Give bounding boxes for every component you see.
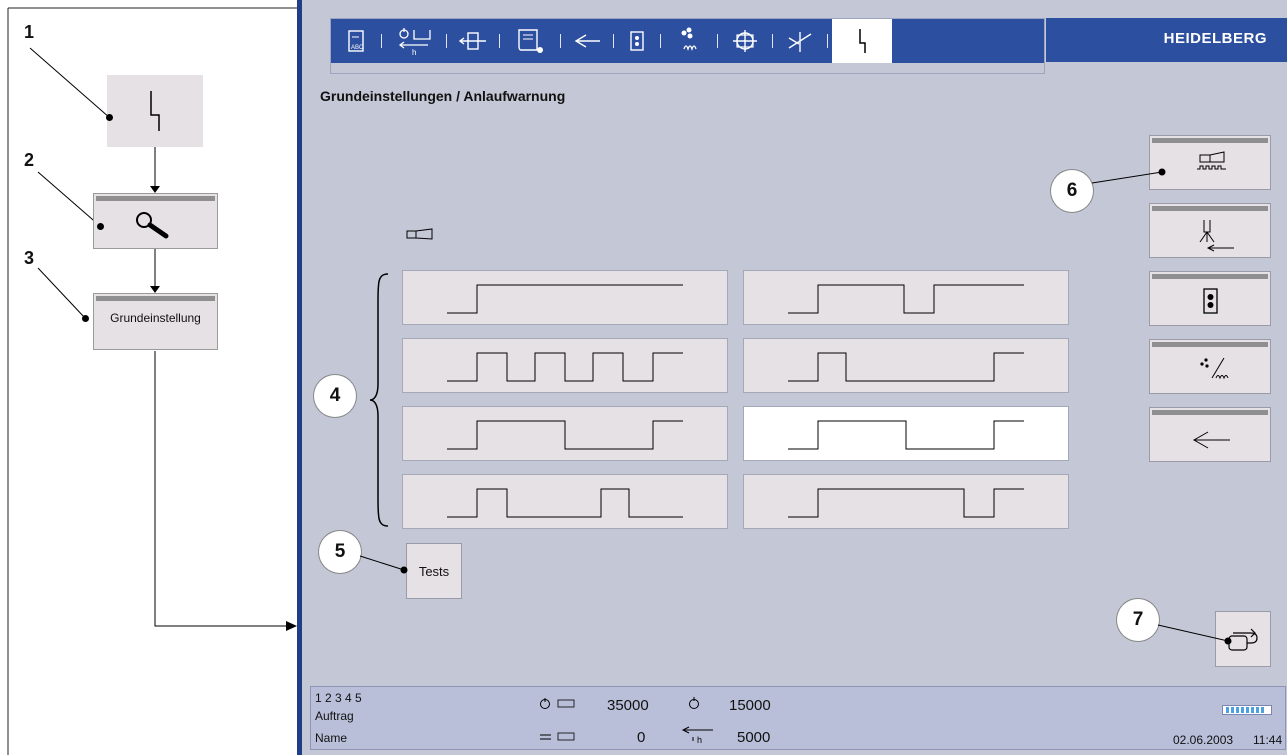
hours-arrow-icon: h xyxy=(681,726,713,745)
start-warning-icon xyxy=(859,29,866,53)
waveform-icon xyxy=(788,352,1024,382)
progress-indicator xyxy=(1222,705,1272,715)
callout-dot xyxy=(106,114,113,121)
arrow-left-icon xyxy=(574,34,600,48)
button-bar xyxy=(96,296,215,301)
callout-2-label: 2 xyxy=(24,150,35,170)
horn-pulse-button[interactable] xyxy=(1149,135,1271,190)
svg-text:h: h xyxy=(412,48,416,56)
callout-4: 4 xyxy=(314,375,356,417)
return-icon xyxy=(1228,628,1258,651)
basic-settings-label: Grundeinstellung xyxy=(110,311,201,325)
ink-unit-icon xyxy=(1203,288,1218,314)
tab-job-data[interactable]: ABC xyxy=(331,19,381,63)
dampening-icon xyxy=(681,27,697,52)
back-button[interactable] xyxy=(1215,611,1271,667)
horn-icon xyxy=(406,228,433,240)
waveform-icon xyxy=(788,488,1024,518)
service-step xyxy=(93,193,218,249)
status-time: 11:44 xyxy=(1253,733,1283,747)
tab-separator xyxy=(827,34,828,48)
hours-value: 5000 xyxy=(737,729,771,746)
feed-pile-icon: h xyxy=(398,28,431,56)
tab-powder[interactable] xyxy=(773,19,827,63)
equal-counter-icon xyxy=(540,732,575,741)
tab-start-warning[interactable] xyxy=(832,19,892,63)
svg-text:ABC: ABC xyxy=(351,45,364,51)
callout-dot xyxy=(97,223,104,230)
signal-pattern-4-button[interactable] xyxy=(743,338,1069,393)
printing-units: 1 2 3 4 5 xyxy=(315,691,362,705)
speed-icon xyxy=(689,697,699,709)
status-date: 02.06.2003 xyxy=(1173,733,1234,747)
callout-7: 7 xyxy=(1117,599,1159,641)
tests-button[interactable]: Tests xyxy=(406,543,462,599)
button-bar xyxy=(1152,274,1268,279)
signal-pattern-3-button[interactable] xyxy=(402,338,728,393)
waveform-icon xyxy=(447,284,683,314)
crosshair-register-icon xyxy=(733,30,757,52)
waveform-icon xyxy=(447,488,683,518)
tab-register-marks[interactable] xyxy=(718,19,772,63)
waveform-icon xyxy=(447,420,683,450)
waveform-icon xyxy=(788,420,1024,450)
workflow-diagram: 1 2 3 Grundeinstellung xyxy=(0,0,297,755)
wrench-icon xyxy=(136,212,169,239)
powder-dampening-button[interactable] xyxy=(1149,339,1271,394)
counter-2-value: 0 xyxy=(637,729,646,746)
callout-5: 5 xyxy=(319,531,361,573)
ink-unit-icon xyxy=(630,31,644,51)
register-icon xyxy=(458,32,486,50)
button-bar xyxy=(1152,410,1268,415)
button-bar xyxy=(1152,206,1268,211)
signal-pattern-1-button[interactable] xyxy=(402,270,728,325)
signal-pattern-2-button[interactable] xyxy=(743,270,1069,325)
callout-6: 6 xyxy=(1051,170,1093,212)
spray-powder-icon xyxy=(788,32,812,52)
speed-value: 15000 xyxy=(729,697,771,714)
svg-text:h: h xyxy=(697,735,702,745)
arrow-left-icon xyxy=(1192,431,1230,449)
callout-1-label: 1 xyxy=(24,22,35,42)
abc-document-icon: ABC xyxy=(348,30,364,52)
signal-pattern-6-button[interactable] xyxy=(743,406,1069,461)
job-label: Auftrag xyxy=(315,709,354,723)
page-title: Grundeinstellungen / Anlaufwarnung xyxy=(320,88,566,104)
machine-screen: HEIDELBERG ABC h Grundeinstellungen / An… xyxy=(297,0,1287,755)
paper-roll-icon xyxy=(518,29,543,53)
start-warning-icon xyxy=(150,91,160,131)
callout-dot xyxy=(82,315,89,322)
tab-paper[interactable] xyxy=(500,19,560,63)
status-bar: 1 2 3 4 5 Auftrag Name 35000 15000 0 h 5… xyxy=(310,686,1286,750)
start-warning-step xyxy=(107,75,203,147)
tab-delivery[interactable] xyxy=(561,19,613,63)
pattern-group-brace xyxy=(369,273,389,527)
function-toolbar: ABC h xyxy=(330,18,1045,74)
spray-dryer-icon xyxy=(1199,220,1234,252)
button-bar xyxy=(1152,138,1268,143)
spray-dryer-button[interactable] xyxy=(1149,203,1271,258)
counter-1-value: 35000 xyxy=(607,697,649,714)
powder-dampening-icon xyxy=(1200,357,1229,380)
button-bar xyxy=(96,196,215,201)
callout-3-label: 3 xyxy=(24,248,35,268)
signal-pattern-7-button[interactable] xyxy=(402,474,728,529)
basic-settings-step: Grundeinstellung xyxy=(93,293,218,350)
waveform-icon xyxy=(788,284,1024,314)
brand-logo: HEIDELBERG xyxy=(1159,30,1271,47)
button-bar xyxy=(1152,342,1268,347)
signal-pattern-5-button[interactable] xyxy=(402,406,728,461)
tab-dampening[interactable] xyxy=(661,19,717,63)
tab-ink[interactable] xyxy=(614,19,660,63)
tab-strip: ABC h xyxy=(331,19,1044,63)
name-label: Name xyxy=(315,731,348,745)
delivery-button[interactable] xyxy=(1149,407,1271,462)
waveform-icon xyxy=(447,352,683,382)
timer-counter-icon xyxy=(540,698,575,709)
tab-feeder[interactable]: h xyxy=(382,19,446,63)
horn-pulse-icon xyxy=(1197,151,1226,170)
ink-unit-button[interactable] xyxy=(1149,271,1271,326)
signal-pattern-8-button[interactable] xyxy=(743,474,1069,529)
tab-register[interactable] xyxy=(447,19,499,63)
